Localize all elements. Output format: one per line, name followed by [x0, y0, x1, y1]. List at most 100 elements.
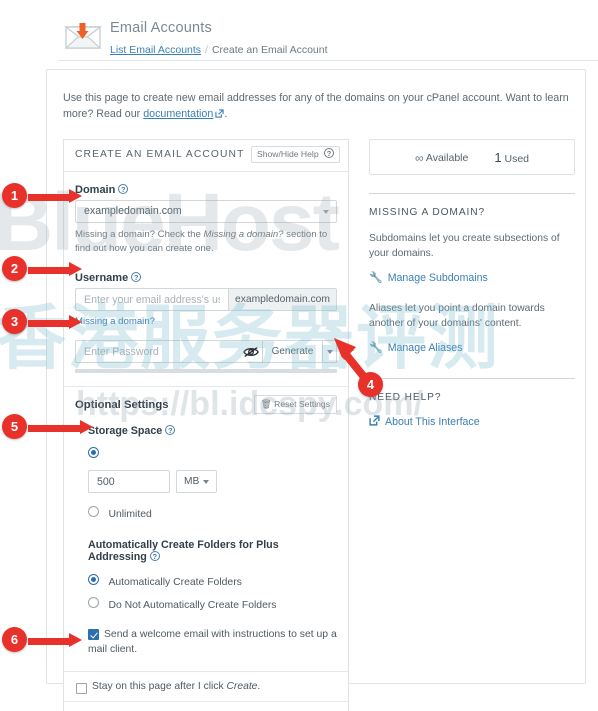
aliases-description: Aliases let you point a domain towards a… [369, 303, 545, 329]
callout-5-arrow [28, 420, 94, 434]
callout-1-arrow [28, 189, 82, 203]
callout-2-arrow [28, 262, 82, 276]
domain-select[interactable]: exampledomain.com [75, 200, 337, 223]
main-card: Use this page to create new email addres… [46, 69, 586, 711]
folders-auto-row[interactable]: Automatically Create Folders [88, 572, 337, 590]
panel-actions: +Create ← Go Back [75, 702, 337, 711]
external-link-icon [369, 415, 380, 429]
stay-on-page-checkbox[interactable] [76, 683, 87, 694]
reset-settings-label: Reset Settings [274, 399, 330, 409]
header-divider [58, 60, 598, 61]
trash-icon: 🗑 [260, 399, 272, 409]
folders-manual-label: Do Not Automatically Create Folders [108, 600, 277, 611]
domain-select-value: exampledomain.com [84, 205, 182, 217]
email-inbox-icon [63, 18, 103, 50]
plus-addressing-title: Automatically Create Folders for Plus Ad… [88, 539, 337, 563]
storage-unlimited-label: Unlimited [108, 509, 152, 520]
about-this-interface-label: About This Interface [385, 416, 480, 428]
help-question-icon: ? [324, 148, 334, 158]
storage-space-label-text: Storage Space [88, 425, 163, 437]
storage-space-label: Storage Space? [88, 425, 337, 437]
username-label-text: Username [75, 272, 129, 284]
welcome-email-row[interactable]: Send a welcome email with instructions t… [75, 627, 337, 657]
username-input[interactable] [75, 288, 229, 311]
callout-5-badge: 5 [2, 414, 27, 439]
storage-space-section: Storage Space? [75, 425, 337, 463]
password-input[interactable] [75, 340, 241, 363]
documentation-link[interactable]: documentation [143, 108, 213, 120]
intro-text: Use this page to create new email addres… [63, 90, 575, 122]
storage-limited-radio-row [88, 445, 337, 463]
storage-unit-dropdown[interactable]: MB [176, 470, 218, 493]
domain-hint-a: Missing a domain? Check the [75, 229, 204, 240]
storage-quota-row: MB [88, 470, 337, 493]
infinity-icon: ∞ [415, 151, 424, 165]
domain-help-icon[interactable]: ? [118, 184, 129, 194]
reset-settings-button[interactable]: 🗑 Reset Settings [253, 395, 337, 414]
panel-header: CREATE AN EMAIL ACCOUNT Show/Hide Help ? [64, 140, 348, 172]
domain-hint-emphasis: Missing a domain? [203, 229, 284, 240]
chevron-down-icon [203, 479, 210, 484]
toggle-password-visibility-icon[interactable] [240, 340, 263, 363]
storage-unlimited-row[interactable]: Unlimited [75, 504, 337, 522]
create-email-account-panel: CREATE AN EMAIL ACCOUNT Show/Hide Help ?… [63, 139, 349, 711]
welcome-email-label: Send a welcome email with instructions t… [88, 629, 337, 655]
intro-text-before: Use this page to create new email addres… [63, 92, 569, 120]
folders-manual-row[interactable]: Do Not Automatically Create Folders [88, 595, 337, 613]
callout-2-badge: 2 [2, 256, 27, 281]
optional-settings-title: Optional Settings [75, 399, 169, 411]
breadcrumb: List Email Accounts / Create an Email Acco… [110, 44, 328, 56]
panel-title: CREATE AN EMAIL ACCOUNT [75, 149, 245, 160]
storage-unit-label: MB [184, 476, 200, 487]
password-strength-meter [75, 369, 337, 373]
storage-unlimited-radio[interactable] [88, 506, 99, 517]
subdomains-description: Subdomains let you create subsections of… [369, 233, 560, 259]
folders-auto-label: Automatically Create Folders [108, 577, 242, 588]
username-input-group: exampledomain.com [75, 288, 337, 311]
missing-domain-heading: MISSING A DOMAIN? [369, 207, 486, 218]
welcome-email-checkbox[interactable] [88, 629, 99, 640]
breadcrumb-list-email-accounts[interactable]: List Email Accounts [110, 44, 201, 56]
username-domain-addon: exampledomain.com [228, 288, 337, 311]
page-title: Email Accounts [110, 20, 212, 36]
quota-used-label: Used [504, 152, 529, 165]
sidebar-divider-1 [369, 193, 575, 194]
storage-help-icon[interactable]: ? [165, 425, 176, 435]
quota-available-label: Available [425, 152, 469, 164]
callout-6-badge: 6 [2, 627, 27, 652]
screenshot-root: Email Accounts List Email Accounts / Creat… [0, 0, 598, 711]
generate-password-label: Generate [271, 346, 314, 357]
plus-addressing-help-icon[interactable]: ? [149, 551, 160, 561]
optional-settings-divider [64, 386, 348, 387]
callout-6-arrow [28, 633, 82, 647]
plus-addressing-title-text: Automatically Create Folders for Plus Ad… [88, 539, 279, 563]
storage-limited-radio[interactable] [88, 447, 99, 458]
wrench-icon: 🔧 [369, 272, 383, 284]
about-this-interface-link[interactable]: About This Interface [369, 415, 575, 429]
stay-on-page-label-emphasis: Create [226, 681, 258, 692]
generate-password-button[interactable]: Generate [262, 340, 324, 363]
password-input-group: Generate [75, 340, 337, 363]
breadcrumb-separator: / [205, 44, 208, 56]
chevron-down-icon [323, 210, 329, 214]
folders-manual-radio[interactable] [88, 597, 99, 608]
panel-body: Domain? exampledomain.com Missing a doma… [64, 184, 348, 711]
username-help-icon[interactable]: ? [131, 272, 142, 282]
stay-on-page-row[interactable]: Stay on this page after I click Create. [75, 672, 337, 701]
optional-settings-header: Optional Settings 🗑 Reset Settings [75, 395, 337, 425]
quota-used-count: 1 [494, 149, 502, 165]
intro-text-after: . [224, 108, 228, 120]
missing-a-domain-link[interactable]: Missing a domain? [75, 316, 155, 327]
callout-3-arrow [28, 315, 82, 329]
callout-3-badge: 3 [2, 309, 27, 334]
breadcrumb-current: Create an Email Account [211, 44, 328, 56]
app-header: Email Accounts List Email Accounts / Creat… [58, 8, 598, 60]
callout-4: 4 [330, 330, 440, 402]
callout-1-badge: 1 [2, 183, 27, 208]
manage-subdomains-link[interactable]: 🔧 Manage Subdomains [369, 271, 575, 285]
show-hide-help-label: Show/Hide Help [256, 149, 319, 159]
folders-auto-radio[interactable] [88, 574, 99, 585]
storage-quota-input[interactable] [88, 470, 170, 493]
domain-label: Domain? [75, 184, 337, 196]
show-hide-help-button[interactable]: Show/Hide Help ? [250, 146, 340, 163]
